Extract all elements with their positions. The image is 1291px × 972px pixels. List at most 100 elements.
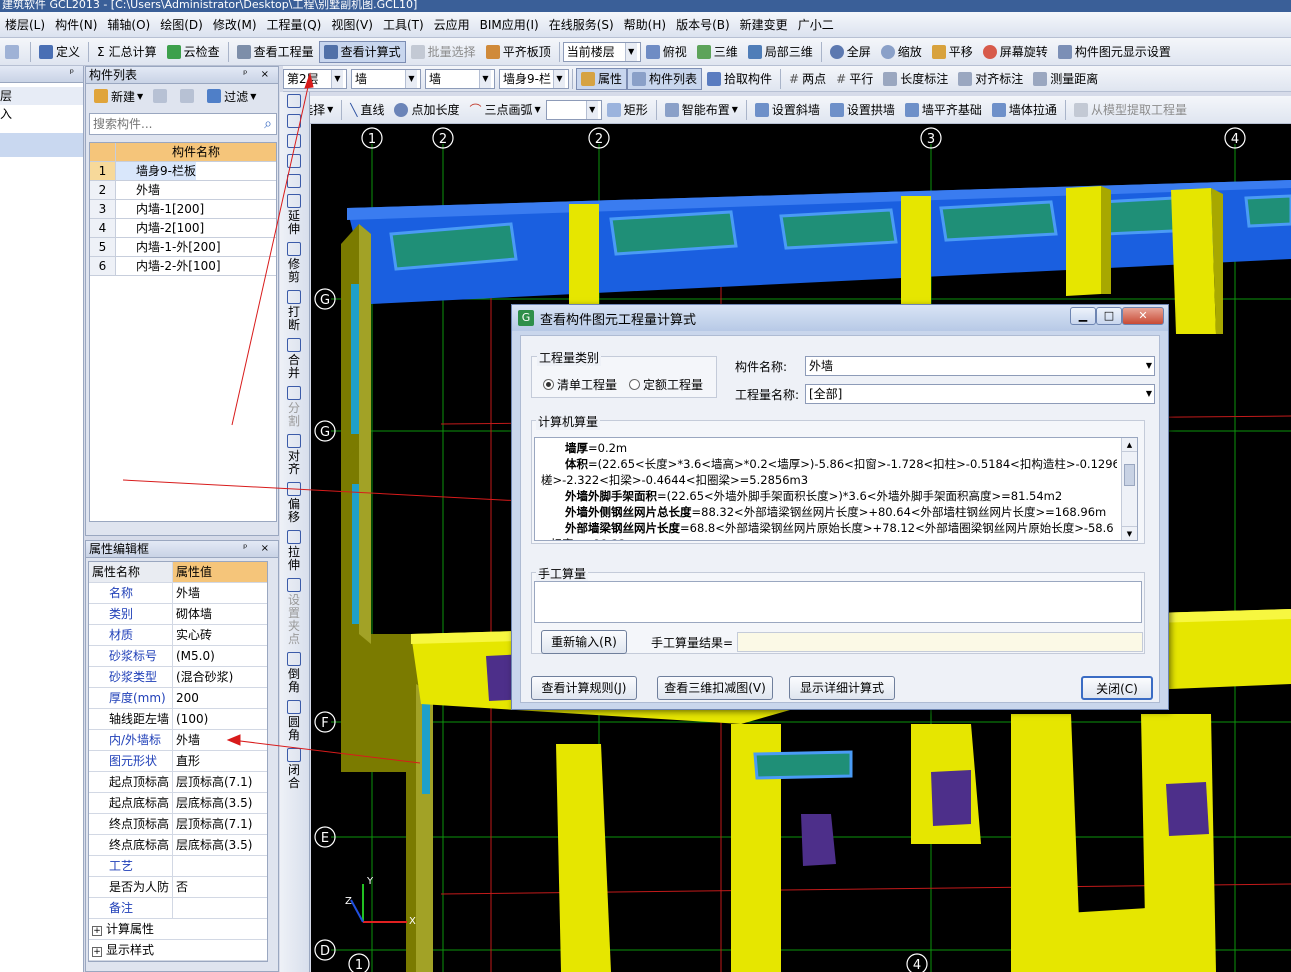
- floor-select[interactable]: 当前楼层 ▼: [562, 41, 641, 62]
- property-value[interactable]: 砌体墙: [173, 604, 267, 624]
- menu-item[interactable]: 绘图(D): [155, 12, 208, 37]
- floor-item-selected[interactable]: [0, 133, 83, 157]
- vtool-button[interactable]: 设置夹点: [280, 578, 308, 646]
- arc-combo[interactable]: ▼: [545, 99, 602, 120]
- new-component-button[interactable]: 新建 ▼: [89, 85, 148, 107]
- vtool-button[interactable]: 闭合: [280, 748, 308, 790]
- property-row[interactable]: 材质 实心砖: [89, 625, 267, 646]
- property-value[interactable]: 层顶标高(7.1): [173, 772, 267, 792]
- property-row[interactable]: 轴线距左墙 (100): [89, 709, 267, 730]
- filter-button[interactable]: 过滤 ▼: [202, 85, 261, 107]
- reinput-button[interactable]: 重新输入(R): [541, 630, 627, 654]
- delete-component-button[interactable]: [148, 85, 175, 107]
- property-row[interactable]: 内/外墙标 外墙: [89, 730, 267, 751]
- pan-button[interactable]: 平移: [927, 41, 978, 63]
- mirror-tool-icon[interactable]: [280, 134, 308, 148]
- smart-layout-button[interactable]: 智能布置 ▼: [660, 99, 743, 121]
- sum-calc-button[interactable]: Σ 汇总计算: [92, 41, 162, 63]
- property-row[interactable]: 终点底标高 层底标高(3.5): [89, 835, 267, 856]
- table-row[interactable]: 3 内墙-1[200]: [90, 200, 276, 219]
- two-points-button[interactable]: # 两点: [784, 68, 831, 90]
- view-qty-button[interactable]: 查看工程量: [232, 41, 319, 63]
- set-slope-button[interactable]: 设置斜墙: [750, 99, 825, 121]
- property-value[interactable]: (M5.0): [173, 646, 267, 666]
- type-combo-1[interactable]: 墙 ▼: [351, 68, 421, 89]
- property-value[interactable]: 层顶标高(7.1): [173, 814, 267, 834]
- qty-name-select[interactable]: [全部] ▼: [805, 384, 1155, 404]
- vtool-button[interactable]: 圆角: [280, 700, 308, 742]
- calc-text[interactable]: 墙厚=0.2m 体积=(22.65<长度>*3.6<墙高>*0.2<墙厚>)-5.…: [534, 437, 1138, 541]
- maximize-button[interactable]: □: [1096, 307, 1122, 325]
- vtool-button[interactable]: 合并: [280, 338, 308, 380]
- expand-icon[interactable]: +: [92, 947, 102, 957]
- view-3d-deduct-button[interactable]: 查看三维扣减图(V): [657, 676, 773, 700]
- table-row[interactable]: 6 内墙-2-外[100]: [90, 257, 276, 276]
- floor-item[interactable]: 入: [0, 105, 83, 123]
- property-value[interactable]: 层底标高(3.5): [173, 835, 267, 855]
- line-button[interactable]: ╲ 直线: [345, 99, 389, 121]
- minimize-button[interactable]: ▁: [1070, 307, 1096, 325]
- manual-input[interactable]: [534, 581, 1142, 623]
- type-combo-2[interactable]: 墙 ▼: [425, 68, 495, 89]
- radio-list[interactable]: 清单工程量: [543, 376, 617, 393]
- parallel-button[interactable]: # 平行: [831, 68, 878, 90]
- menu-item[interactable]: 新建变更: [735, 12, 793, 37]
- attr-button[interactable]: 属性: [576, 67, 628, 90]
- pick-button[interactable]: 拾取构件: [702, 68, 777, 90]
- property-row[interactable]: 砂浆类型 (混合砂浆): [89, 667, 267, 688]
- menu-item[interactable]: 工具(T): [378, 12, 429, 37]
- pin-icon[interactable]: ᵖ: [70, 66, 83, 82]
- property-value[interactable]: 外墙: [173, 583, 267, 603]
- show-detail-button[interactable]: 显示详细计算式: [789, 676, 895, 700]
- property-value[interactable]: 实心砖: [173, 625, 267, 645]
- property-group[interactable]: + 显示样式: [89, 940, 267, 961]
- scroll-down-icon[interactable]: ▼: [1122, 526, 1137, 540]
- property-group[interactable]: + 计算属性: [89, 919, 267, 940]
- menu-item[interactable]: BIM应用(I): [475, 12, 544, 37]
- define-button[interactable]: 定义: [34, 41, 85, 63]
- vtool-button[interactable]: 对齐: [280, 434, 308, 476]
- close-button[interactable]: 关闭(C): [1081, 676, 1153, 700]
- property-row[interactable]: 终点顶标高 层顶标高(7.1): [89, 814, 267, 835]
- search-input[interactable]: [90, 117, 265, 131]
- floor-item[interactable]: 层: [0, 87, 83, 105]
- menu-item[interactable]: 云应用: [429, 12, 475, 37]
- radio-quota[interactable]: 定额工程量: [629, 376, 703, 393]
- rotate-tool-icon[interactable]: [280, 174, 308, 188]
- measure-button[interactable]: 测量距离: [1028, 68, 1103, 90]
- property-value[interactable]: 层底标高(3.5): [173, 793, 267, 813]
- property-row[interactable]: 厚度(mm) 200: [89, 688, 267, 709]
- menu-item[interactable]: 构件(N): [50, 12, 102, 37]
- local-3d-button[interactable]: 局部三维: [743, 41, 818, 63]
- erase-tool-icon[interactable]: [280, 114, 308, 128]
- undo-button[interactable]: [0, 41, 27, 63]
- fullscreen-button[interactable]: 全屏: [825, 41, 876, 63]
- copy-component-button[interactable]: [175, 85, 202, 107]
- property-value[interactable]: [173, 898, 267, 918]
- scroll-thumb[interactable]: [1124, 464, 1135, 486]
- point-length-button[interactable]: 点加长度: [389, 99, 464, 121]
- batch-select-button[interactable]: 批量选择: [406, 41, 481, 63]
- vtool-button[interactable]: 倒角: [280, 652, 308, 694]
- vtool-button[interactable]: 分割: [280, 386, 308, 428]
- property-row[interactable]: 类别 砌体墙: [89, 604, 267, 625]
- comp-name-select[interactable]: 外墙 ▼: [805, 356, 1155, 376]
- vtool-button[interactable]: 拉伸: [280, 530, 308, 572]
- top-view-button[interactable]: 俯视: [641, 41, 692, 63]
- panel-controls[interactable]: ᵖ ×: [243, 541, 278, 557]
- scrollbar[interactable]: ▲ ▼: [1121, 438, 1137, 540]
- property-value[interactable]: 否: [173, 877, 267, 897]
- vtool-button[interactable]: 打断: [280, 290, 308, 332]
- wall-stretch-button[interactable]: 墙体拉通: [987, 99, 1062, 121]
- panel-controls[interactable]: ᵖ ×: [243, 67, 278, 83]
- vtool-button[interactable]: 偏移: [280, 482, 308, 524]
- property-row[interactable]: 图元形状 直形: [89, 751, 267, 772]
- menu-item[interactable]: 广小二: [793, 12, 839, 37]
- menu-item[interactable]: 视图(V): [326, 12, 378, 37]
- property-value[interactable]: 200: [173, 688, 267, 708]
- menu-item[interactable]: 楼层(L): [0, 12, 50, 37]
- view-formula-button[interactable]: 查看计算式: [318, 40, 406, 63]
- table-row[interactable]: 1 墙身9-栏板: [90, 162, 276, 181]
- table-row[interactable]: 5 内墙-1-外[200]: [90, 238, 276, 257]
- comp-list-button[interactable]: 构件列表: [627, 67, 703, 90]
